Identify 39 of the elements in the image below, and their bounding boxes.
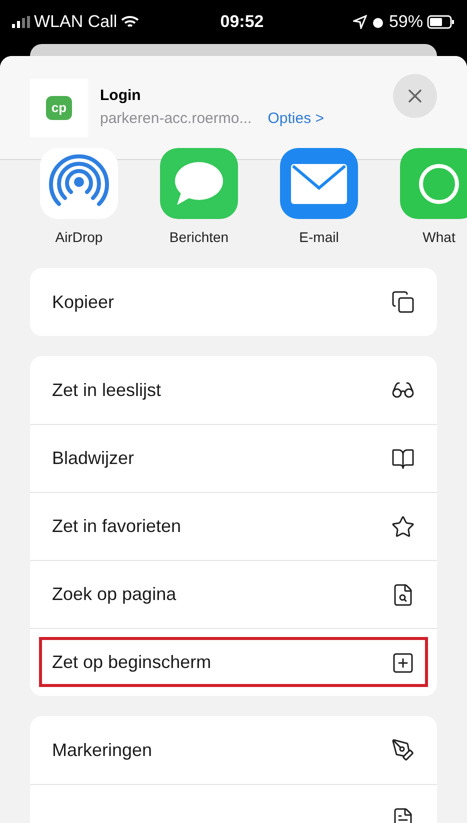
carrier-text: WLAN Call [34,11,118,34]
action-label: Zet in leeslijst [52,378,162,402]
messages-icon[interactable] [160,148,238,219]
signal-icon [12,16,30,28]
action-label: Bladwijzer [52,447,134,470]
action-label: Kopieer [52,290,114,314]
action-label: Zoek op pagina [52,583,176,606]
share-target-label: E-mail [299,228,339,247]
mail-icon[interactable] [280,148,358,219]
action-row[interactable]: Markeringen [30,716,437,784]
close-button[interactable] [393,74,437,118]
page-title: Login [100,86,142,106]
options-link[interactable]: Opties > [268,108,324,130]
chat-app-icon[interactable] [400,148,467,219]
share-target-label: AirDrop [55,228,103,247]
clock-text: 09:52 [219,11,265,34]
action-label: Zet in favorieten [52,515,182,538]
share-target-label: Berichten [169,228,229,247]
action-label: Zet op beginscherm [52,651,212,674]
share-target-label: What [422,228,456,247]
copy-icon [391,290,415,314]
action-row[interactable]: Zet in leeslijst [30,356,437,424]
action-row[interactable]: Zoek op pagina [30,560,437,628]
battery-text: 59% [388,11,423,34]
url-text: parkeren-acc.roermo... [100,108,252,128]
wifi-icon [121,15,140,29]
location-arrow-icon [352,15,367,29]
action-row[interactable]: Bladwijzer [30,424,437,492]
pen-icon [391,738,415,762]
star-icon [391,514,415,538]
action-row[interactable]: Zet op beginscherm [30,628,437,696]
battery-icon [427,15,455,29]
action-row[interactable]: Kopieer [30,268,437,336]
action-row[interactable]: Zet in favorieten [30,492,437,560]
app-logo: cp [30,78,88,136]
airdrop-icon[interactable] [40,148,118,219]
plus-square-icon [391,650,415,674]
action-label: Markeringen [52,738,152,762]
book-icon [391,446,415,470]
